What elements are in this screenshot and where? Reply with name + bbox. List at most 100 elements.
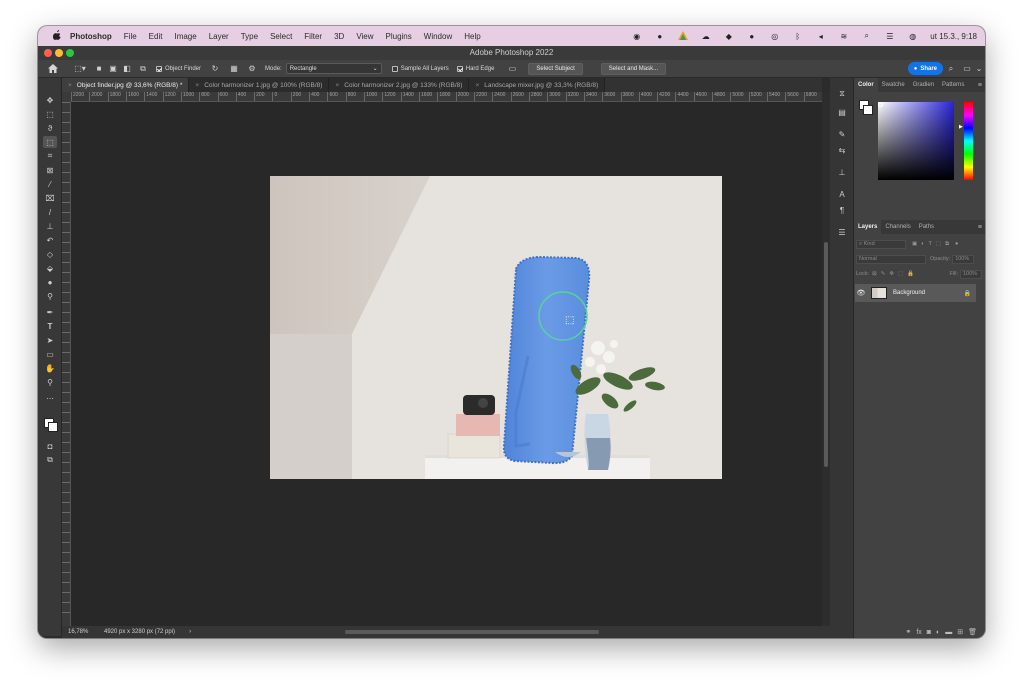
vertical-ruler[interactable] [62, 102, 71, 626]
show-all-objects-icon[interactable]: ▦ [225, 62, 243, 76]
color-field[interactable] [878, 102, 954, 180]
share-button[interactable]: ● Share [907, 62, 943, 75]
screen-mode-icon[interactable]: ⧉ [43, 454, 57, 466]
quick-mask-icon[interactable]: ◘ [43, 440, 57, 452]
sample-all-layers-toggle[interactable]: Sample All Layers [391, 65, 449, 72]
type-tool-icon[interactable]: T [43, 320, 57, 332]
menu-photoshop[interactable]: Photoshop [64, 32, 118, 41]
hard-edge-toggle[interactable]: Hard Edge [456, 65, 494, 72]
sample-all-layers-checkbox[interactable] [391, 65, 398, 72]
creative-cloud-icon[interactable]: ☁ [694, 26, 717, 46]
hue-slider[interactable] [964, 102, 973, 180]
lock-icons[interactable]: ⊠✎✥⬚🔒 [872, 271, 918, 277]
volume-icon[interactable]: ◂ [809, 26, 832, 46]
blur-tool-icon[interactable]: ● [43, 276, 57, 288]
close-tab-icon[interactable]: × [195, 82, 199, 89]
chevron-down-icon[interactable]: ⌄ [975, 62, 983, 76]
background-color-swatch[interactable] [48, 422, 58, 432]
horizontal-scrollbar-thumb[interactable] [345, 630, 599, 634]
select-subject-button[interactable]: Select Subject [528, 62, 583, 75]
adjustments-panel-icon[interactable]: ⇆ [835, 144, 849, 156]
eyedropper-tool-icon[interactable]: ⁄ [43, 178, 57, 190]
menu-view[interactable]: View [350, 32, 379, 41]
tab-color-harmonizer-2[interactable]: × Color harmonizer 2.jpg @ 133% (RGB/8) [329, 78, 470, 92]
adjustment-layer-icon[interactable]: ◐ [936, 629, 940, 636]
brush-tool-icon[interactable]: / [43, 206, 57, 218]
zoom-level[interactable]: 16,78% [68, 629, 104, 635]
trash-icon[interactable]: 🗑 [968, 628, 977, 636]
close-tab-icon[interactable]: × [335, 82, 339, 89]
more-tools-icon[interactable]: ⋯ [43, 392, 57, 404]
fill-field[interactable]: 100% [960, 269, 982, 279]
tab-landscape-mixer[interactable]: × Landscape mixer.jpg @ 33,3% (RGB/8) [469, 78, 606, 92]
select-and-mask-button[interactable]: Select and Mask... [600, 62, 667, 75]
menu-edit[interactable]: Edit [143, 32, 169, 41]
home-icon[interactable] [38, 62, 68, 76]
zoom-tool-icon[interactable]: ⚲ [43, 376, 57, 388]
tab-gradients[interactable]: Gradien [909, 78, 938, 92]
menu-plugins[interactable]: Plugins [380, 32, 418, 41]
tab-paths[interactable]: Paths [915, 220, 938, 234]
object-finder-checkbox[interactable] [156, 65, 162, 72]
layer-name[interactable]: Background [893, 290, 925, 296]
menu-3d[interactable]: 3D [328, 32, 350, 41]
media-icon[interactable]: ● [740, 26, 763, 46]
search-icon[interactable]: ⌕ [855, 26, 878, 46]
hue-slider-arrow-icon[interactable]: ▶ [959, 124, 963, 130]
filter-toggle-icon[interactable]: ● [955, 241, 958, 247]
link-layers-icon[interactable]: ⚭ [905, 628, 911, 636]
hand-tool-icon[interactable]: ✋ [43, 362, 57, 374]
workspace-icon[interactable]: ▭ [959, 62, 975, 76]
menu-select[interactable]: Select [264, 32, 298, 41]
properties-panel-icon[interactable]: ☰ [835, 226, 849, 238]
menubar-clock[interactable]: ut 15.3., 9:18 [930, 32, 977, 41]
new-group-icon[interactable]: ▬ [945, 629, 952, 636]
tab-patterns[interactable]: Patterns [938, 78, 968, 92]
menu-file[interactable]: File [118, 32, 143, 41]
brush-panel-icon[interactable]: ✎ [835, 128, 849, 140]
menu-layer[interactable]: Layer [203, 32, 235, 41]
layer-kind-filter[interactable]: ⌕ Kind [856, 239, 906, 249]
history-panel-icon[interactable]: ⧖ [835, 88, 849, 100]
frame-tool-icon[interactable]: ⊠ [43, 164, 57, 176]
minimize-window-button[interactable] [55, 49, 63, 57]
menu-image[interactable]: Image [168, 32, 202, 41]
opacity-field[interactable]: 100% [952, 254, 975, 264]
close-tab-icon[interactable]: × [475, 82, 479, 89]
close-window-button[interactable] [44, 49, 52, 57]
filter-type-icons[interactable]: ▣◐T⬚⧉ [912, 241, 953, 248]
hard-edge-checkbox[interactable] [456, 65, 463, 72]
add-mask-icon[interactable]: ◙ [927, 629, 931, 636]
path-selection-tool-icon[interactable]: ➤ [43, 334, 57, 346]
document-image[interactable]: ⬚ [270, 176, 722, 479]
lasso-tool-icon[interactable]: ϑ [43, 122, 57, 134]
tab-object-finder[interactable]: × Object finder.jpg @ 33,6% (RGB/8) * [62, 78, 190, 92]
tab-swatches[interactable]: Swatche [878, 78, 909, 92]
object-finder-toggle[interactable]: Object Finder [156, 65, 201, 72]
vertical-scrollbar-thumb[interactable] [824, 242, 828, 467]
tab-layers[interactable]: Layers [854, 220, 882, 234]
record-icon[interactable]: ● [648, 26, 671, 46]
color-field-marker[interactable] [878, 102, 883, 107]
apple-menu-icon[interactable] [50, 29, 64, 43]
wifi-icon[interactable]: ≋ [832, 26, 855, 46]
menu-help[interactable]: Help [458, 32, 486, 41]
status-menu-arrow[interactable]: › [189, 629, 191, 635]
layer-row-background[interactable]: 👁 Background 🔒 [855, 284, 976, 302]
paint-bucket-tool-icon[interactable]: ⬙ [43, 262, 57, 274]
refresh-icon[interactable]: ↻ [205, 62, 225, 76]
menu-type[interactable]: Type [235, 32, 264, 41]
object-selection-tool-icon[interactable]: ⬚ [43, 136, 57, 148]
canvas-area[interactable]: ⬚ [71, 102, 822, 626]
panel-background-swatch[interactable] [863, 105, 873, 115]
character-panel-icon[interactable]: A [835, 188, 849, 200]
timer-icon[interactable]: ◎ [763, 26, 786, 46]
panel-menu-icon[interactable]: ≡ [978, 82, 982, 89]
new-layer-icon[interactable]: ⊞ [957, 628, 963, 636]
color-wheel-icon[interactable] [671, 26, 694, 46]
history-brush-tool-icon[interactable]: ↶ [43, 234, 57, 246]
new-selection-icon[interactable]: ■ [92, 62, 106, 76]
menu-filter[interactable]: Filter [298, 32, 328, 41]
cursor-icon[interactable]: ◉ [625, 26, 648, 46]
intersect-selection-icon[interactable]: ⧉ [134, 62, 152, 76]
